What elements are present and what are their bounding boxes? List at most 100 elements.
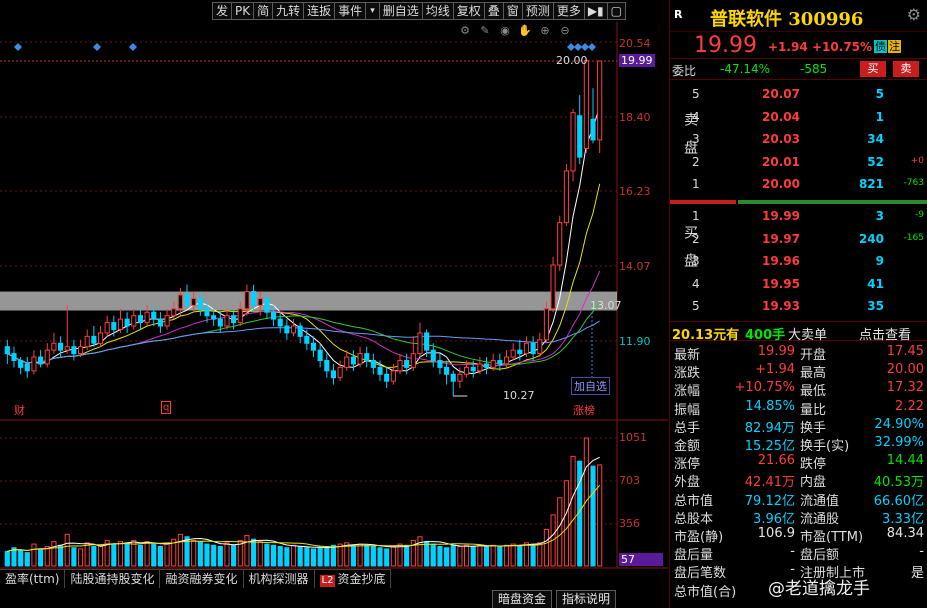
bottom-button-1[interactable]: 指标说明	[556, 590, 617, 608]
stat-v2: 2.22	[895, 398, 924, 414]
volume-ma-line	[7, 484, 601, 552]
q-marker[interactable]: q	[161, 401, 172, 414]
stat-k1: 盘后笔数	[674, 566, 727, 582]
volume-bar	[457, 546, 463, 567]
volume-bar	[217, 546, 223, 567]
event-marker-icon	[129, 43, 137, 51]
asks-p: 20.07	[762, 87, 800, 101]
volume-bar	[444, 547, 450, 567]
volume-bar	[357, 543, 363, 567]
volume-bar	[31, 543, 37, 567]
pen-icon[interactable]: ✎	[478, 24, 492, 38]
candle-body	[171, 308, 177, 317]
toolbar-item-7[interactable]: 删自选	[379, 2, 423, 20]
eye-icon[interactable]: ◉	[498, 24, 512, 38]
stat-row: 盘后量 - 盘后额 -	[670, 543, 927, 563]
volume-bar	[144, 541, 150, 567]
stat-v2: 66.60亿	[873, 493, 924, 509]
toolbar-item-11[interactable]: 窗	[503, 2, 523, 20]
toolbar-item-9[interactable]: 复权	[453, 2, 485, 20]
zoom-out-icon[interactable]: ⊖	[558, 24, 572, 38]
volume-bar	[463, 544, 470, 567]
asks-level-row[interactable]: 3 20.03 34	[670, 128, 927, 150]
toolbar-item-10[interactable]: 叠	[484, 2, 504, 20]
toolbar-item-8[interactable]: 均线	[422, 2, 454, 20]
bids-d: -9	[915, 210, 924, 220]
volume-bar	[211, 544, 217, 567]
indicator-tab-0[interactable]: 盈率(ttm)	[0, 570, 66, 588]
indicator-tab-1[interactable]: 陆股通持股变化	[65, 570, 161, 588]
bids-level-row[interactable]: 5 19.93 35	[670, 295, 927, 317]
asks-level-row[interactable]: 1 20.00 821 -763	[670, 173, 927, 195]
indicator-tab-3[interactable]: 机构探测器	[244, 570, 315, 588]
toolbar-item-13[interactable]: 更多	[553, 2, 585, 20]
asks-v: 5	[875, 87, 884, 101]
candle-body	[404, 359, 410, 368]
big-order-link[interactable]: 点击查看	[859, 324, 911, 343]
volume-bar	[191, 539, 197, 567]
bids-level-row[interactable]: 2 19.97 240 -165	[670, 228, 927, 250]
candle-body	[370, 359, 376, 368]
toolbar-item-2[interactable]: 简	[254, 2, 274, 20]
candle-body	[251, 291, 257, 306]
candle-body	[231, 315, 237, 324]
kline-svg[interactable]	[0, 0, 668, 608]
price-band	[0, 291, 617, 311]
stat-v2: 20.00	[886, 362, 924, 378]
candle-body	[277, 318, 283, 327]
volume-bar	[151, 543, 157, 567]
stat-v1: 3.96亿	[753, 511, 795, 527]
toolbar-item-0[interactable]: 发	[212, 2, 233, 20]
volume-bar	[523, 542, 530, 567]
candle-body	[490, 359, 496, 368]
toolbar-item-1[interactable]: PK	[232, 2, 255, 20]
candle-body	[197, 297, 203, 310]
add-favorite-button[interactable]: 加自选	[571, 377, 610, 395]
volume-bar	[264, 543, 270, 567]
toolbar-item-12[interactable]: 预测	[522, 2, 554, 20]
zoom-in-icon[interactable]: ⊕	[538, 24, 552, 38]
candle-body	[111, 322, 117, 330]
toolbar-item-15[interactable]: ▢	[607, 2, 627, 20]
volume-bar	[18, 549, 24, 567]
asks-level-row[interactable]: 2 20.01 52 +0	[670, 151, 927, 173]
stat-v2: 17.45	[886, 344, 924, 359]
indicator-tab-2[interactable]: 融资融券变化	[160, 570, 244, 588]
volume-bar	[563, 480, 569, 567]
volume-bar	[483, 546, 490, 567]
candle-body	[38, 356, 44, 365]
asks-level-row[interactable]: 4 20.04 1	[670, 106, 927, 128]
current-price-tick: 19.99	[619, 54, 655, 67]
stat-k2: 量比	[800, 402, 827, 418]
event-marker-icon	[581, 43, 589, 51]
indicator-tab-label: 融资融券变化	[165, 572, 238, 586]
gear-small-icon[interactable]: ⚙	[458, 24, 472, 38]
toolbar-item-6[interactable]: ▾	[366, 2, 380, 20]
bids-level-row[interactable]: 3 19.96 9	[670, 250, 927, 272]
asks-level-row[interactable]: 5 20.07 5	[670, 83, 927, 105]
gainers-list-label[interactable]: 涨榜	[573, 402, 595, 418]
bids-v: 41	[867, 276, 884, 291]
hand-icon[interactable]: ✋	[518, 24, 532, 38]
asks-lvl: 4	[692, 109, 700, 124]
ma-line	[7, 106, 601, 375]
chart-area[interactable]: 发 PK 简九转 连扳 事件 ▾ 删自选 均线 复权叠窗预测 更多 ▶▮ ▢ ⚙ ✎ ◉ ✋ ⊕ ⊖ 20.54…	[0, 0, 668, 608]
finance-marker[interactable]: 财	[14, 402, 25, 418]
indicator-tabs: 盈率(ttm) 陆股通持股变化 融资融券变化 机构探测器 L2 资金抄底	[0, 569, 392, 588]
bids-level-row[interactable]: 4 19.95 41	[670, 273, 927, 295]
candle-body	[344, 356, 350, 368]
toolbar-item-3[interactable]: 九转	[273, 2, 305, 20]
bids-level-row[interactable]: 1 19.99 3 -9	[670, 205, 927, 227]
toolbar-item-4[interactable]: 连扳	[304, 2, 336, 20]
bottom-button-0[interactable]: 暗盘资金	[492, 590, 553, 608]
stat-k1: 涨停	[674, 457, 701, 473]
stat-v2: 32.99%	[874, 435, 924, 450]
toolbar-item-14[interactable]: ▶▮	[584, 2, 608, 20]
bids-v: 240	[858, 231, 884, 246]
candle-body	[191, 297, 197, 306]
candle-body	[470, 366, 476, 372]
toolbar-item-5[interactable]: 事件	[335, 2, 367, 20]
candle-body	[11, 353, 17, 361]
indicator-tab-4[interactable]: L2 资金抄底	[315, 570, 392, 588]
volume-bar	[244, 535, 250, 567]
